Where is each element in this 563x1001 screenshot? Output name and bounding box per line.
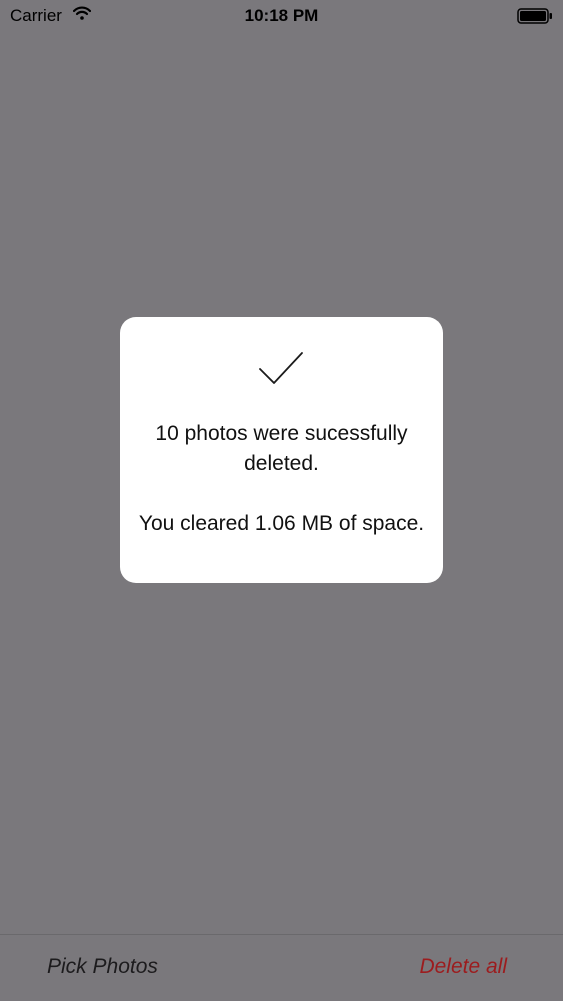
space-cleared-message: You cleared 1.06 MB of space. [138,512,425,535]
checkmark-icon [258,350,304,391]
deleted-count-message: 10 photos were sucessfully deleted. [155,422,408,475]
deletion-success-alert: 10 photos were sucessfully deleted. You … [120,317,443,583]
pick-photos-button[interactable]: Pick Photos [47,955,158,979]
battery-icon [517,8,553,29]
bottom-toolbar: Pick Photos Delete all [0,934,563,1001]
status-bar: Carrier 10:18 PM [0,0,563,32]
delete-all-button[interactable]: Delete all [419,955,507,979]
clock-time: 10:18 PM [244,6,319,25]
